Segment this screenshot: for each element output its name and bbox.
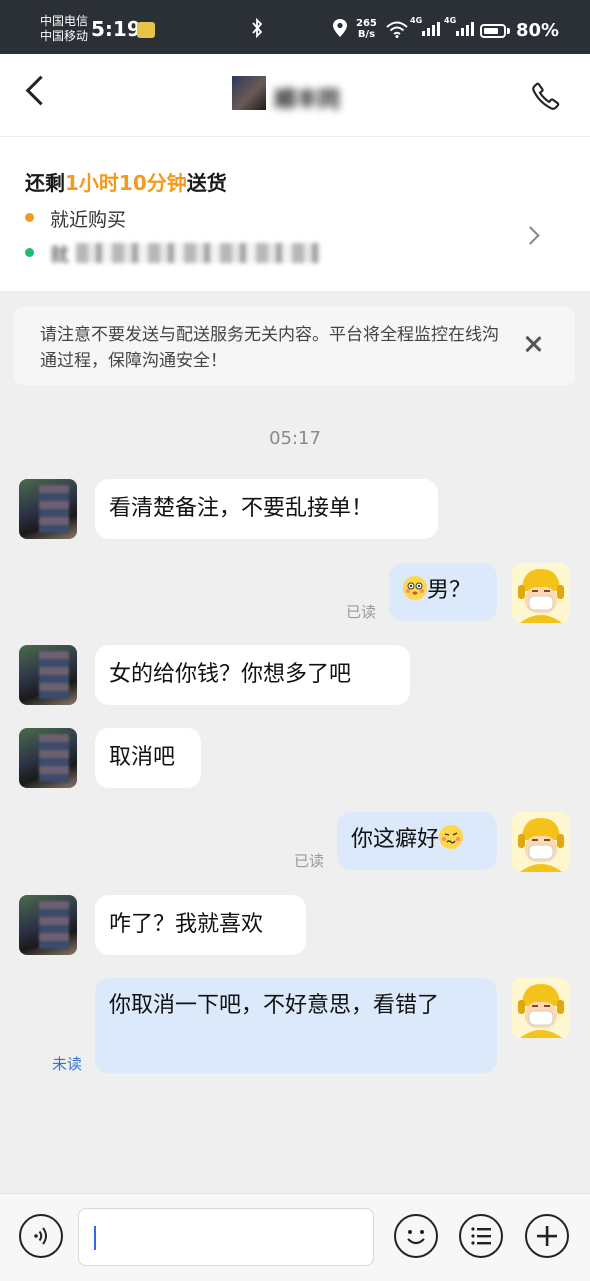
bluetooth-icon bbox=[252, 18, 263, 38]
message-text: 你这癖好 bbox=[351, 827, 440, 852]
net-speed-value: 265 bbox=[356, 18, 377, 29]
emoji-button[interactable] bbox=[394, 1214, 438, 1258]
safety-notice: 请注意不要发送与配送服务无关内容。平台将全程监控在线沟通过程，保障沟通安全！ bbox=[14, 307, 575, 385]
countdown-suffix: 送货 bbox=[186, 171, 227, 195]
carrier-2: 中国移动 bbox=[40, 29, 89, 43]
carrier-1: 中国电信 bbox=[40, 14, 89, 28]
notification-icon bbox=[137, 22, 155, 38]
battery-level bbox=[484, 28, 498, 34]
input-bar bbox=[0, 1193, 590, 1281]
message-bubble: 看清楚备注，不要乱接单！ bbox=[95, 479, 438, 539]
unread-status: 未读 bbox=[52, 1055, 83, 1073]
sender-avatar[interactable] bbox=[19, 479, 77, 539]
network-2-label: 4G bbox=[444, 16, 457, 25]
address-redacted bbox=[76, 243, 321, 263]
contact-name: 顺丰同 bbox=[274, 88, 341, 113]
countdown-time: 1小时10分钟 bbox=[65, 171, 187, 195]
read-status: 已读 bbox=[294, 852, 325, 870]
battery-tip bbox=[507, 28, 510, 34]
network-1-label: 4G bbox=[410, 16, 423, 25]
my-avatar[interactable] bbox=[512, 563, 570, 623]
address-text: 就 bbox=[50, 244, 70, 266]
sender-avatar[interactable] bbox=[19, 728, 77, 788]
close-icon[interactable] bbox=[522, 333, 544, 355]
battery-icon bbox=[480, 24, 506, 38]
message-bubble: 咋了？我就喜欢 bbox=[95, 895, 306, 955]
location-icon bbox=[333, 19, 347, 37]
message-text: 女的给你钱？你想多了吧 bbox=[109, 662, 352, 687]
contact-avatar[interactable] bbox=[232, 76, 266, 110]
flushed-face-icon bbox=[403, 576, 427, 600]
message-bubble: 你这癖好 bbox=[337, 812, 497, 870]
sender-avatar[interactable] bbox=[19, 895, 77, 955]
message-text: 你取消一下吧，不好意思，看错了 bbox=[109, 993, 440, 1018]
read-status: 已读 bbox=[346, 603, 377, 621]
notice-text: 请注意不要发送与配送服务无关内容。平台将全程监控在线沟通过程，保障沟通安全！ bbox=[40, 325, 499, 371]
countdown-prefix: 还剩 bbox=[25, 171, 65, 195]
battery-percent: 80% bbox=[516, 20, 560, 41]
status-bar: 中国电信 中国移动 5:19 265 B/s 4G 4G 80% bbox=[0, 0, 590, 54]
smiley-icon bbox=[407, 1230, 425, 1245]
message-text: 咋了？我就喜欢 bbox=[109, 912, 264, 937]
chevron-right-icon bbox=[521, 226, 540, 245]
sender-avatar[interactable] bbox=[19, 645, 77, 705]
status-time: 5:19 bbox=[91, 17, 141, 41]
carrier-labels: 中国电信 中国移动 bbox=[40, 14, 88, 44]
my-avatar[interactable] bbox=[512, 978, 570, 1038]
message-text: 男？ bbox=[427, 578, 472, 603]
signal-2-icon bbox=[456, 22, 474, 36]
woozy-face-icon bbox=[439, 825, 464, 849]
signal-1-icon bbox=[422, 22, 440, 36]
dropoff-dot bbox=[25, 248, 34, 257]
message-text: 看清楚备注，不要乱接单！ bbox=[109, 496, 374, 521]
plus-icon bbox=[537, 1226, 557, 1246]
phone-icon[interactable] bbox=[530, 80, 562, 112]
more-button[interactable] bbox=[525, 1214, 569, 1258]
pickup-dot bbox=[25, 213, 34, 222]
voice-button[interactable] bbox=[19, 1214, 63, 1258]
my-avatar[interactable] bbox=[512, 812, 570, 872]
net-speed: 265 B/s bbox=[356, 18, 377, 40]
message-bubble: 取消吧 bbox=[95, 728, 201, 788]
chat-header: 顺丰同 bbox=[0, 54, 590, 137]
quick-reply-button[interactable] bbox=[459, 1214, 503, 1258]
back-arrow-icon[interactable] bbox=[25, 75, 56, 106]
delivery-card[interactable]: 还剩1小时10分钟送货 就近购买 就 bbox=[0, 137, 590, 291]
message-text: 取消吧 bbox=[109, 745, 176, 770]
text-cursor bbox=[94, 1226, 96, 1250]
wifi-icon bbox=[386, 21, 408, 38]
message-bubble: 你取消一下吧，不好意思，看错了 bbox=[95, 978, 497, 1073]
delivery-countdown: 还剩1小时10分钟送货 bbox=[25, 167, 227, 196]
net-speed-unit: B/s bbox=[357, 29, 376, 40]
message-bubble: 男？ bbox=[389, 563, 497, 621]
message-input[interactable] bbox=[78, 1208, 374, 1266]
list-icon bbox=[471, 1227, 491, 1245]
message-bubble: 女的给你钱？你想多了吧 bbox=[95, 645, 410, 705]
chat-timestamp: 05:17 bbox=[269, 428, 321, 449]
pickup-label: 就近购买 bbox=[50, 209, 127, 231]
voice-icon bbox=[34, 1227, 47, 1245]
